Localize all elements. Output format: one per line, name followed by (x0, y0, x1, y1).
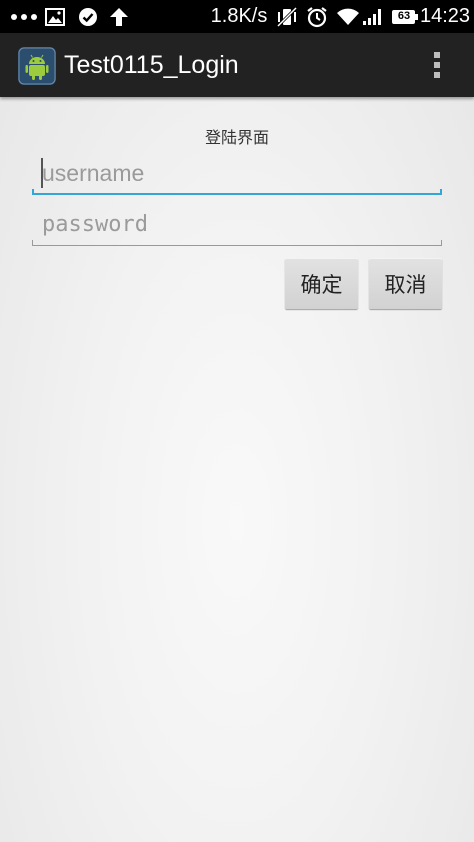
overflow-menu-icon[interactable] (424, 47, 450, 83)
signal-icon (361, 0, 385, 33)
username-field[interactable] (32, 151, 442, 195)
action-bar: Test0115_Login (0, 33, 474, 97)
text-cursor (41, 158, 43, 188)
status-bar: 1.8K/s 63 14:23 (0, 0, 474, 33)
battery-level: 63 (397, 10, 411, 22)
screen: 1.8K/s 63 14:23 Test0115_Login 登陆界面 user… (0, 0, 474, 842)
password-field[interactable] (32, 202, 442, 246)
username-input[interactable] (32, 151, 442, 195)
network-speed: 1.8K/s (210, 5, 268, 27)
android-icon[interactable] (18, 47, 56, 85)
password-input[interactable] (32, 202, 442, 246)
more-dots-icon (10, 0, 38, 33)
login-title: 登陆界面 (204, 128, 269, 147)
app-title: Test0115_Login (64, 51, 239, 79)
battery-icon: 63 (391, 0, 419, 33)
status-time: 14:23 (419, 5, 471, 27)
upload-arrow-icon (108, 0, 130, 33)
alarm-icon (305, 0, 329, 33)
check-circle-icon (77, 0, 99, 33)
image-icon (44, 0, 66, 33)
wifi-icon (335, 0, 361, 33)
cancel-button[interactable]: 取消 (369, 258, 442, 309)
vibrate-icon (275, 0, 299, 33)
confirm-button[interactable]: 确定 (285, 258, 358, 309)
